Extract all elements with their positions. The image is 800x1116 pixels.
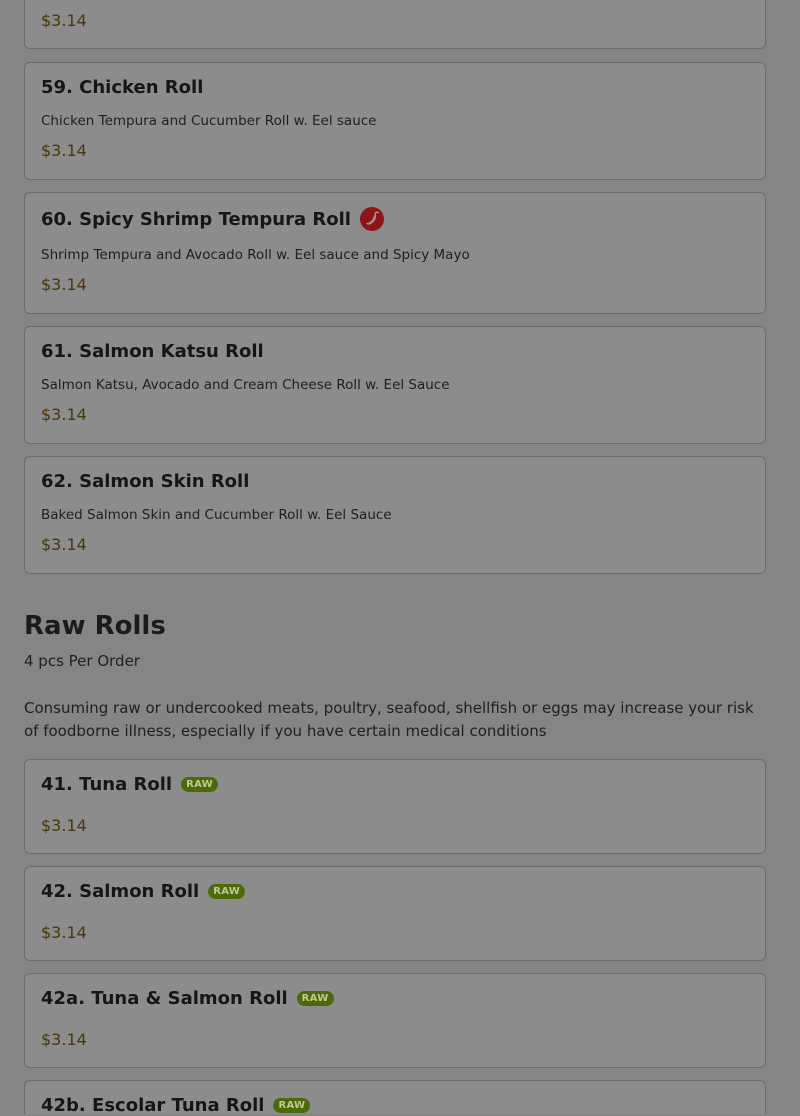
item-description: Baked Salmon Skin and Cucumber Roll w. E… <box>41 507 392 523</box>
item-name: 61. Salmon Katsu Roll <box>41 341 264 362</box>
menu-item-card[interactable]: 42b. Escolar Tuna Roll RAW <box>24 1080 766 1116</box>
section-subtitle: 4 pcs Per Order <box>24 652 140 670</box>
item-price: $3.14 <box>41 141 87 160</box>
item-name: 41. Tuna Roll <box>41 774 173 795</box>
spicy-chili-icon <box>359 207 384 231</box>
menu-item-card[interactable]: 42. Salmon Roll RAW $3.14 <box>24 866 766 961</box>
item-name: 42b. Escolar Tuna Roll <box>41 1095 265 1116</box>
item-name: 42a. Tuna & Salmon Roll <box>41 988 288 1009</box>
item-price: $3.14 <box>41 816 87 835</box>
item-name: 59. Chicken Roll <box>41 77 204 98</box>
menu-item-card[interactable]: 61. Salmon Katsu Roll Salmon Katsu, Avoc… <box>24 326 766 444</box>
menu-item-card[interactable]: 60. Spicy Shrimp Tempura Roll Shrimp Tem… <box>24 192 766 314</box>
item-price: $3.14 <box>41 1030 87 1049</box>
item-description: Chicken Tempura and Cucumber Roll w. Eel… <box>41 113 377 129</box>
menu-item-card[interactable]: $3.14 <box>24 0 766 49</box>
item-price: $3.14 <box>41 11 87 30</box>
menu-item-card[interactable]: 42a. Tuna & Salmon Roll RAW $3.14 <box>24 973 766 1068</box>
item-name: 62. Salmon Skin Roll <box>41 471 250 492</box>
item-description: Salmon Katsu, Avocado and Cream Cheese R… <box>41 377 450 393</box>
menu-item-card[interactable]: 62. Salmon Skin Roll Baked Salmon Skin a… <box>24 456 766 574</box>
item-price: $3.14 <box>41 275 87 294</box>
item-name: 42. Salmon Roll <box>41 881 200 902</box>
item-price: $3.14 <box>41 535 87 554</box>
item-name: 60. Spicy Shrimp Tempura Roll <box>41 208 351 230</box>
raw-badge: RAW <box>208 884 246 899</box>
menu-item-card[interactable]: 59. Chicken Roll Chicken Tempura and Cuc… <box>24 62 766 180</box>
raw-badge: RAW <box>273 1098 311 1113</box>
item-price: $3.14 <box>41 923 87 942</box>
raw-badge: RAW <box>296 991 334 1006</box>
raw-badge: RAW <box>181 777 218 792</box>
raw-food-warning: Consuming raw or undercooked meats, poul… <box>24 699 754 740</box>
item-price: $3.14 <box>41 405 87 424</box>
item-description: Shrimp Tempura and Avocado Roll w. Eel s… <box>41 247 470 263</box>
menu-item-card[interactable]: 41. Tuna Roll RAW $3.14 <box>24 759 766 854</box>
section-title: Raw Rolls <box>24 611 166 641</box>
